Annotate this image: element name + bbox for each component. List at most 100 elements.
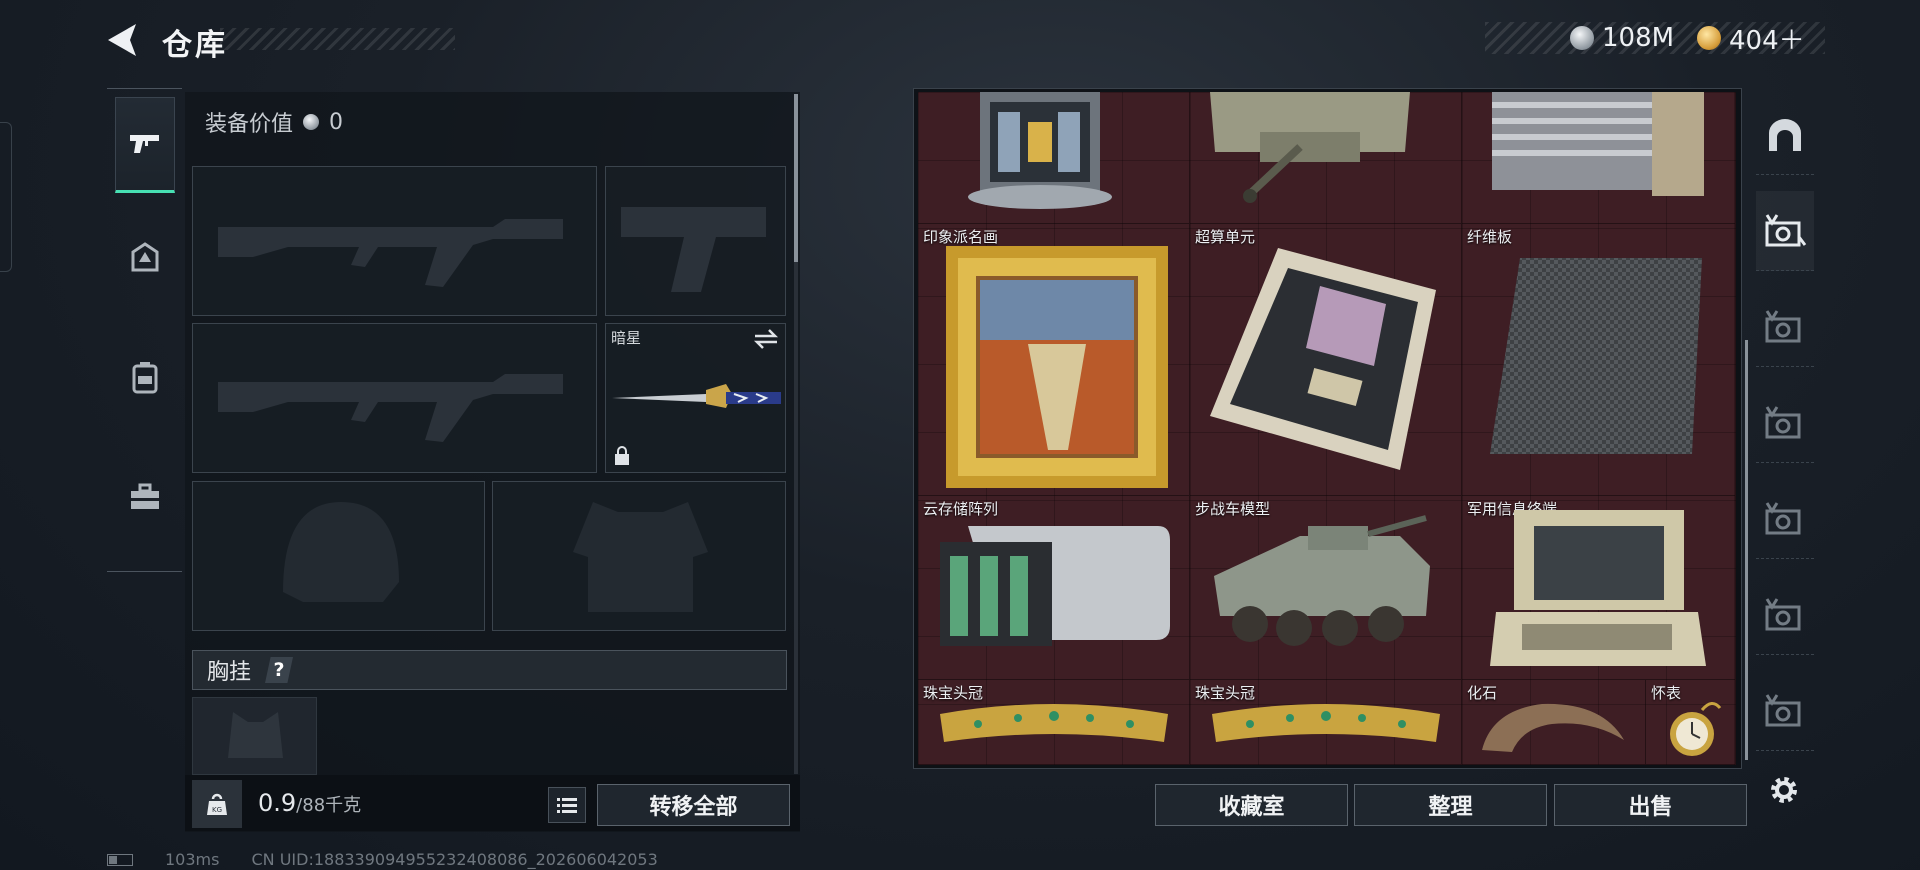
arch-icon xyxy=(1769,118,1801,151)
military-terminal-icon xyxy=(1490,510,1706,666)
helmet-slot[interactable] xyxy=(192,481,485,631)
tab-storage-main[interactable] xyxy=(1756,95,1814,175)
warehouse-scrollbar[interactable] xyxy=(1745,340,1748,760)
vest-silhouette-icon xyxy=(573,502,708,612)
back-arrow-icon xyxy=(108,24,136,56)
sidearm-slot[interactable] xyxy=(605,166,786,316)
item-machine-rack[interactable] xyxy=(1462,92,1736,224)
supercomputer-board-icon xyxy=(1210,248,1436,470)
tab-armor[interactable] xyxy=(115,211,175,307)
equipment-value: 装备价值 0 xyxy=(205,106,343,138)
tab-weapons[interactable] xyxy=(115,97,175,193)
tab-toolbox[interactable] xyxy=(115,449,175,545)
chest-rig-header: 胸挂 ? xyxy=(192,650,787,690)
help-icon[interactable]: ? xyxy=(265,657,294,683)
storage-array-icon xyxy=(940,526,1170,646)
warehouse-grid: 印象派名画 超算单元 纤维板 云存储阵列 步战车模型 军用信息终端 珠宝头冠 珠… xyxy=(918,92,1736,765)
primary-weapon-slot-1[interactable] xyxy=(192,166,597,316)
toolbox-icon xyxy=(131,483,159,509)
weight-max: /88千克 xyxy=(296,795,362,816)
item-supercomputer-unit[interactable]: 超算单元 xyxy=(1190,224,1462,496)
body-armor-slot[interactable] xyxy=(492,481,786,631)
loadout-tabs xyxy=(107,88,182,572)
framed-painting-icon xyxy=(946,246,1168,488)
tab-storage-4[interactable] xyxy=(1756,479,1814,559)
silver-coin-icon xyxy=(303,114,320,130)
tab-storage-6[interactable] xyxy=(1756,671,1814,751)
rifle-silhouette-icon xyxy=(218,374,563,442)
uid-text: CN UID:188339094955232408086_20260604205… xyxy=(251,850,658,869)
weight-current: 0.9 xyxy=(258,789,297,817)
gold-amount: 404＋ xyxy=(1729,25,1805,56)
item-fiber-board[interactable]: 纤维板 xyxy=(1462,224,1736,496)
item-jeweled-tiara-1[interactable]: 珠宝头冠 xyxy=(918,680,1190,765)
settings-button[interactable] xyxy=(1762,768,1806,812)
collection-room-button[interactable]: 收藏室 xyxy=(1155,784,1348,826)
backpack-icon xyxy=(132,362,158,394)
pistol-silhouette-icon xyxy=(621,207,766,292)
storage-v-icon-1 xyxy=(1765,213,1807,246)
sort-button[interactable]: 整理 xyxy=(1354,784,1547,826)
kettlebell-icon: KG xyxy=(207,793,227,815)
tab-backpack[interactable] xyxy=(115,329,175,425)
battery-icon xyxy=(107,853,133,866)
silver-coin-icon xyxy=(1570,26,1594,50)
title-stripes xyxy=(220,28,455,50)
jeweled-tiara-icon xyxy=(1212,704,1440,742)
item-jeweled-tiara-2[interactable]: 珠宝头冠 xyxy=(1190,680,1462,765)
pistol-icon xyxy=(130,135,159,153)
tab-storage-2[interactable] xyxy=(1756,287,1814,367)
chest-rig-silhouette-icon xyxy=(228,712,283,758)
fossil-claw-icon xyxy=(1482,703,1624,752)
gold-coin-icon xyxy=(1697,26,1721,50)
list-icon xyxy=(557,798,577,813)
status-bar: 103ms CN UID:188339094955232408086_20260… xyxy=(107,850,658,869)
transfer-all-button[interactable]: 转移全部 xyxy=(597,784,790,826)
sell-button[interactable]: 出售 xyxy=(1554,784,1747,826)
item-tank-model[interactable] xyxy=(1190,92,1462,224)
loadout-scroll-thumb[interactable] xyxy=(794,94,798,262)
silver-currency[interactable]: 108M xyxy=(1570,20,1674,56)
primary-weapon-slot-2[interactable] xyxy=(192,323,597,473)
machine-rack-icon xyxy=(1492,92,1704,196)
storage-tabs xyxy=(1756,95,1814,755)
ifv-model-icon xyxy=(1214,515,1430,646)
carbon-fiber-plate-icon xyxy=(1490,258,1702,454)
helmet-silhouette-icon xyxy=(283,502,399,602)
item-military-terminal[interactable]: 军用信息终端 xyxy=(1462,496,1736,680)
tab-storage-1[interactable] xyxy=(1756,191,1814,271)
settings-gear-icon xyxy=(1771,777,1797,803)
item-cloud-storage-array[interactable]: 云存储阵列 xyxy=(918,496,1190,680)
chest-rig-slot[interactable] xyxy=(192,697,317,775)
storage-v-icon-6 xyxy=(1765,693,1801,726)
tank-model-icon xyxy=(1210,92,1410,203)
gold-currency[interactable]: 404＋ xyxy=(1697,20,1805,56)
item-pocket-watch[interactable]: 怀表 xyxy=(1646,680,1736,765)
dark-star-knife-icon xyxy=(612,384,781,408)
list-view-button[interactable] xyxy=(548,787,586,823)
melee-slot[interactable]: 暗星 xyxy=(605,323,786,473)
item-ifv-model[interactable]: 步战车模型 xyxy=(1190,496,1462,680)
equip-value-amount: 0 xyxy=(329,109,344,135)
item-impressionist-painting[interactable]: 印象派名画 xyxy=(918,224,1190,496)
ping-text: 103ms xyxy=(165,850,220,869)
helmet-icon xyxy=(131,242,159,272)
weight-icon: KG xyxy=(192,780,242,828)
storage-v-icon-3 xyxy=(1765,405,1801,438)
item-server-tower[interactable] xyxy=(918,92,1190,224)
storage-v-icon-2 xyxy=(1765,309,1801,342)
silver-amount: 108M xyxy=(1602,23,1675,53)
svg-text:KG: KG xyxy=(212,806,222,814)
storage-v-icon-5 xyxy=(1765,597,1801,630)
tab-storage-5[interactable] xyxy=(1756,575,1814,655)
equip-value-label: 装备价值 xyxy=(205,112,294,137)
left-edge-handle[interactable] xyxy=(0,122,12,272)
lock-icon xyxy=(615,446,629,465)
server-tower-icon xyxy=(968,92,1112,209)
storage-v-icon-4 xyxy=(1765,501,1801,534)
back-button[interactable] xyxy=(100,18,150,62)
item-fossil[interactable]: 化石 xyxy=(1462,680,1646,765)
tab-storage-3[interactable] xyxy=(1756,383,1814,463)
carry-weight: 0.9/88千克 xyxy=(258,789,361,817)
chest-rig-label: 胸挂 xyxy=(207,660,252,685)
